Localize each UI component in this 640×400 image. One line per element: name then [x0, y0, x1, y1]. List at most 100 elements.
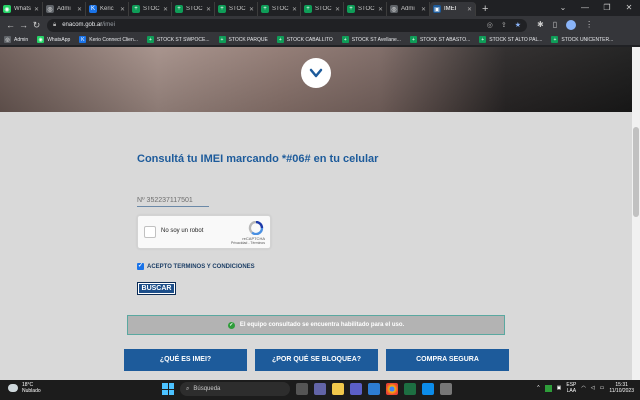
accept-terms-checkbox[interactable]: ✓: [137, 263, 144, 270]
tab-close-icon[interactable]: ✕: [34, 6, 39, 13]
url-host: enacom.gob.ar: [62, 22, 103, 28]
bookmark-favicon-icon: +: [409, 36, 417, 43]
imei-input[interactable]: [137, 195, 209, 207]
keyboard-layout: LAA: [566, 388, 577, 394]
accept-terms[interactable]: ✓ ACEPTO TERMINOS Y CONDICIONES: [137, 263, 255, 270]
gallery-icon[interactable]: ▣: [557, 385, 562, 391]
tab-title: STOC: [229, 6, 246, 12]
bookmark-label: STOCK PARQUE: [228, 36, 268, 43]
bookmark-item[interactable]: + STOCK ST ABASTO...: [409, 36, 470, 43]
tab-close-icon[interactable]: ✕: [467, 6, 472, 13]
browser-tab[interactable]: ◉ Whats ✕: [0, 2, 43, 16]
bookmark-item[interactable]: ◎ Admin: [4, 36, 28, 43]
edge-icon[interactable]: [422, 383, 434, 395]
weather-widget[interactable]: 18°C Nublado: [8, 382, 41, 394]
wifi-icon[interactable]: ◠: [581, 385, 585, 391]
lock-icon[interactable]: 🔒︎: [53, 22, 56, 29]
tab-close-icon[interactable]: ✕: [249, 6, 254, 13]
clock[interactable]: 15:31 11/10/2023: [609, 382, 634, 394]
windows-start-icon[interactable]: [162, 383, 174, 395]
bookmark-item[interactable]: + STOCK ST SWPOCE...: [146, 36, 210, 43]
bookmark-label: WhatsApp: [47, 36, 71, 43]
url-path: /imei: [102, 22, 115, 28]
language-indicator[interactable]: ESP LAA: [566, 382, 576, 394]
bookmark-item[interactable]: + STOCK ST ALTO PAL...: [479, 36, 542, 43]
excel-icon[interactable]: [404, 383, 416, 395]
recaptcha-checkbox[interactable]: [144, 226, 156, 238]
volume-icon[interactable]: ◁: [591, 385, 595, 391]
recaptcha-terms-link[interactable]: Privacidad - Términos: [231, 241, 265, 245]
recaptcha-logo-icon: [248, 221, 264, 235]
page-scrollbar[interactable]: [632, 47, 640, 380]
bookmark-favicon-icon: +: [146, 36, 154, 43]
scrollbar-thumb[interactable]: [633, 127, 639, 217]
menu-dots-icon[interactable]: ⋮: [585, 20, 593, 30]
tab-close-icon[interactable]: ✕: [421, 6, 426, 13]
browser-tab[interactable]: + STOC ✕: [129, 2, 172, 16]
app-icon[interactable]: [368, 383, 380, 395]
chat-icon[interactable]: [314, 383, 326, 395]
back-arrow-icon[interactable]: ←: [4, 20, 17, 30]
tab-title: Whats: [14, 6, 32, 12]
chevron-up-icon[interactable]: ^: [537, 385, 539, 391]
side-panel-icon[interactable]: ▯: [553, 20, 557, 30]
tab-favicon-icon: +: [261, 5, 269, 13]
tab-title: STOC: [358, 6, 375, 12]
tab-search-icon[interactable]: ⌄: [552, 0, 574, 16]
bookmark-label: STOCK ST Avellane...: [351, 36, 401, 43]
tab-close-icon[interactable]: ✕: [292, 6, 297, 13]
scroll-down-button[interactable]: [301, 58, 331, 88]
bookmark-star-icon[interactable]: ★: [515, 21, 521, 29]
file-explorer-icon[interactable]: [332, 383, 344, 395]
tab-close-icon[interactable]: ✕: [163, 6, 168, 13]
maximize-button[interactable]: ❐: [596, 0, 618, 16]
bookmark-item[interactable]: + STOCK CABALLITO: [276, 36, 333, 43]
minimize-button[interactable]: —: [574, 0, 596, 16]
browser-tab[interactable]: + STOC ✕: [258, 2, 301, 16]
chrome-icon[interactable]: [386, 383, 398, 395]
reload-icon[interactable]: ↻: [30, 20, 43, 31]
browser-tab[interactable]: + STOC ✕: [172, 2, 215, 16]
page-viewport: Consultá tu IMEI marcando *#06# en tu ce…: [0, 47, 632, 380]
bookmark-item[interactable]: + STOCK PARQUE: [218, 36, 268, 43]
browser-tab[interactable]: + STOC ✕: [215, 2, 258, 16]
bookmark-item[interactable]: ◉ WhatsApp: [37, 36, 70, 43]
bookmark-item[interactable]: K Kerio Connect Clien...: [79, 36, 138, 43]
browser-tab[interactable]: + STOC ✕: [344, 2, 387, 16]
browser-tab[interactable]: ◎ Admi ✕: [43, 2, 86, 16]
bookmark-item[interactable]: + STOCK UNICENTER...: [551, 36, 613, 43]
task-view-icon[interactable]: [296, 383, 308, 395]
avatar[interactable]: [566, 20, 577, 30]
why-blocked-button[interactable]: ¿POR QUÉ SE BLOQUEA?: [255, 349, 378, 371]
tab-close-icon[interactable]: ✕: [206, 6, 211, 13]
browser-tab[interactable]: K Keric ✕: [86, 2, 129, 16]
browser-tab[interactable]: ▣ IMEI ✕: [430, 2, 476, 16]
tab-title: Admi: [401, 6, 415, 12]
share-icon[interactable]: ⇪: [501, 21, 507, 29]
safe-purchase-button[interactable]: COMPRA SEGURA: [386, 349, 509, 371]
bookmark-label: STOCK ST ALTO PAL...: [489, 36, 543, 43]
teams-icon[interactable]: [350, 383, 362, 395]
tab-close-icon[interactable]: ✕: [120, 6, 125, 13]
search-button[interactable]: BUSCAR: [137, 282, 176, 295]
tab-close-icon[interactable]: ✕: [335, 6, 340, 13]
bookmark-label: STOCK CABALLITO: [286, 36, 333, 43]
extensions-icon[interactable]: ✱: [537, 20, 544, 30]
forward-arrow-icon[interactable]: →: [17, 20, 30, 30]
tab-close-icon[interactable]: ✕: [378, 6, 383, 13]
bookmark-favicon-icon: +: [276, 36, 284, 43]
what-is-imei-button[interactable]: ¿QUÉ ES IMEI?: [124, 349, 247, 371]
tab-favicon-icon: ◉: [3, 5, 11, 13]
tray-app-icon[interactable]: [544, 384, 552, 392]
url-omnibox[interactable]: 🔒︎ enacom.gob.ar/imei ◎ ⇪ ★: [47, 18, 527, 32]
google-lens-icon[interactable]: ◎: [487, 21, 493, 29]
bookmark-item[interactable]: + STOCK ST Avellane...: [341, 36, 401, 43]
browser-tab[interactable]: + STOC ✕: [301, 2, 344, 16]
tab-close-icon[interactable]: ✕: [77, 6, 82, 13]
settings-icon[interactable]: [440, 383, 452, 395]
battery-icon[interactable]: ▭: [600, 385, 605, 391]
browser-tab[interactable]: ◎ Admi ✕: [387, 2, 430, 16]
close-window-button[interactable]: ✕: [618, 0, 640, 16]
new-tab-button[interactable]: +: [476, 2, 494, 16]
taskbar-search[interactable]: ⌕ Búsqueda: [180, 382, 290, 396]
